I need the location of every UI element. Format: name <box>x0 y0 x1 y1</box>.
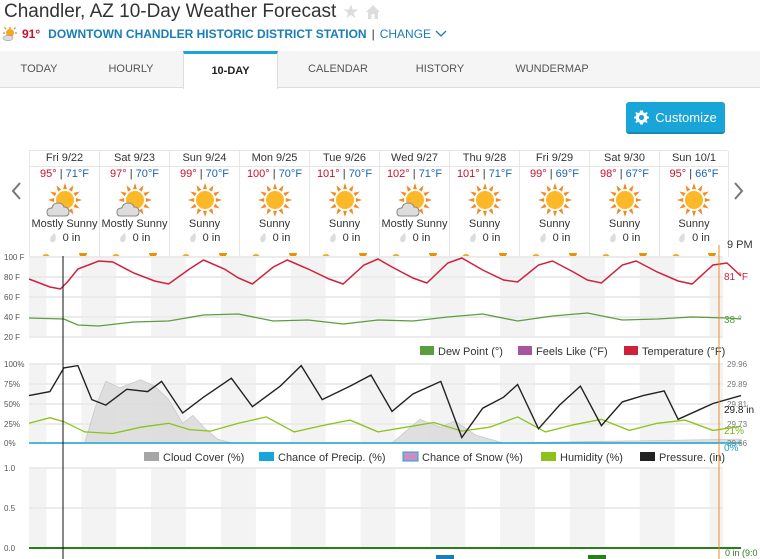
legend-swatch <box>420 346 434 355</box>
legend-swatch <box>518 346 532 355</box>
legend-label: Chance of Snow (%) <box>422 452 523 464</box>
y-tick-label: 0.5 <box>4 504 16 513</box>
y-tick-label: 40 F <box>4 313 20 322</box>
y-tick-label: 100% <box>4 360 24 369</box>
y-tick-label: 80 F <box>4 273 20 282</box>
pressure-tick-label: 29.89 <box>727 380 748 389</box>
legend-label: Humidity (%) <box>560 452 623 464</box>
current-temp-label: 81 °F <box>724 272 748 283</box>
current-dew-label: 38 ° <box>724 315 742 326</box>
current-humidity-label: 21% <box>724 426 744 437</box>
current-pressure-label: 29.8 in <box>724 405 754 416</box>
legend-swatch <box>624 346 638 355</box>
y-tick-label: 0.0 <box>4 544 16 553</box>
y-tick-label: 100 F <box>4 253 25 262</box>
pressure-tick-label: 29.96 <box>727 360 748 369</box>
y-tick-label: 75% <box>4 380 20 389</box>
y-tick-label: 1.0 <box>4 464 16 473</box>
legend-label: Pressure. (in) <box>659 452 725 464</box>
forecast-charts: 100 F 80 F 60 F 40 F 20 F 100% 75% 50% 25% 0% 1.0 0… <box>4 245 758 559</box>
legend-swatch <box>640 452 655 461</box>
legend-swatch <box>588 555 606 559</box>
current-precip-label: 0% <box>724 443 739 454</box>
legend-swatch <box>402 451 419 462</box>
legend-label: Cloud Cover (%) <box>163 452 244 464</box>
y-tick-label: 20 F <box>4 333 20 342</box>
y-tick-label: 25% <box>4 420 20 429</box>
legend-swatch <box>144 452 159 461</box>
y-tick-label: 60 F <box>4 293 20 302</box>
legend-swatch <box>259 452 274 461</box>
legend-swatch <box>541 452 556 461</box>
legend-swatch <box>436 555 454 559</box>
y-tick-label: 0% <box>4 439 16 448</box>
current-precip-total-label: 0 in (9:0 <box>725 548 758 558</box>
legend-label: Chance of Precip. (%) <box>278 452 386 464</box>
legend-label: Dew Point (°) <box>438 346 503 358</box>
y-tick-label: 50% <box>4 400 20 409</box>
legend-label: Temperature (°F) <box>642 346 725 358</box>
legend-label: Feels Like (°F) <box>536 346 608 358</box>
